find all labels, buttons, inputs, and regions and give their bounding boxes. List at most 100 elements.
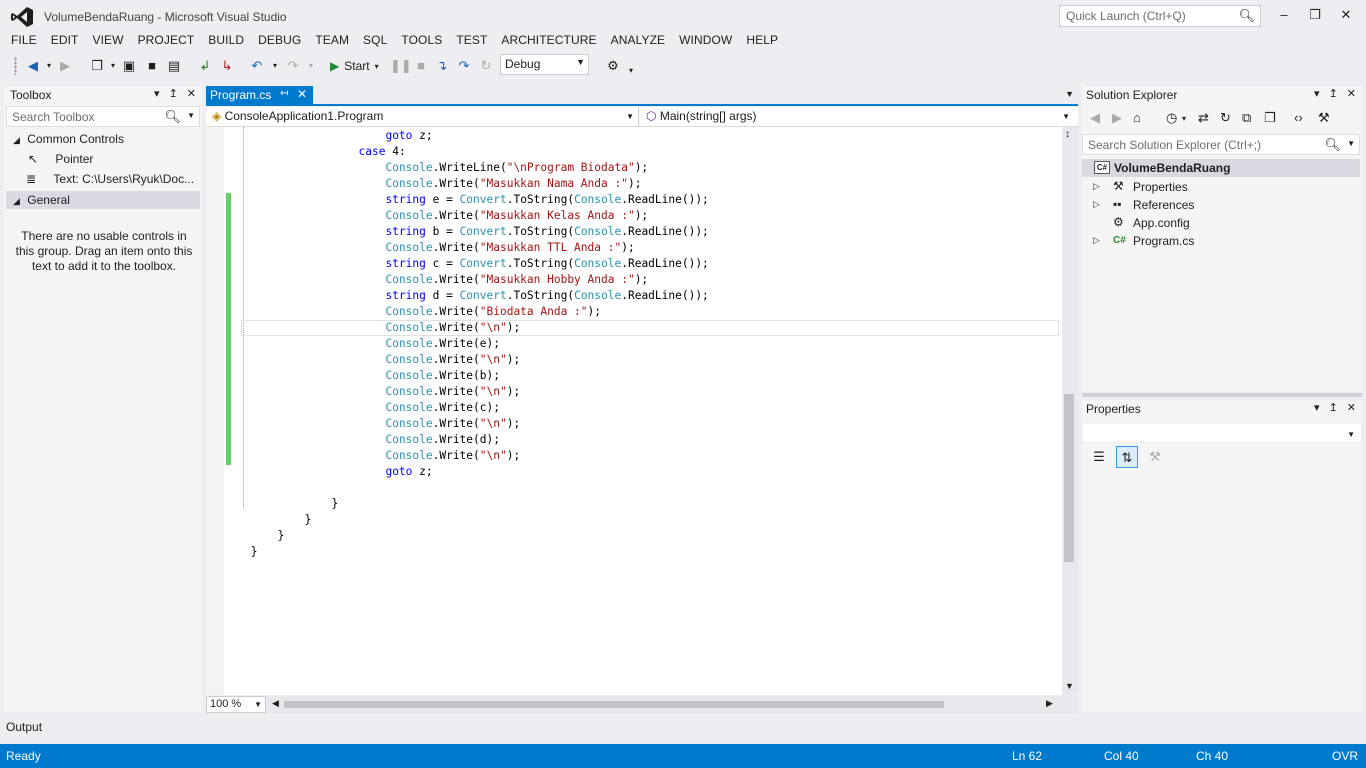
step-into-icon[interactable]: ↴	[433, 57, 451, 75]
quick-launch-input[interactable]: Quick Launch (Ctrl+Q) 🔍︎	[1059, 5, 1261, 27]
stop-icon[interactable]: ■	[412, 57, 430, 75]
close-icon[interactable]: ✕	[187, 87, 196, 100]
menu-tools[interactable]: TOOLS	[394, 32, 449, 52]
search-icon[interactable]: 🔍︎	[1238, 8, 1255, 24]
toolbar-options-icon[interactable]: ▾	[622, 62, 640, 80]
scroll-right-icon[interactable]: ▶	[1046, 698, 1053, 709]
home-icon[interactable]: ⌂	[1133, 110, 1141, 125]
menu-test[interactable]: TEST	[449, 32, 494, 52]
expand-arrow-icon[interactable]: ▷	[1093, 199, 1100, 210]
toolbar-grip[interactable]	[14, 57, 17, 75]
step-over-icon[interactable]: ↷	[455, 57, 473, 75]
redo-dropdown-icon[interactable]: ▾	[302, 57, 320, 75]
search-options-icon[interactable]: ▼	[1347, 139, 1355, 148]
scroll-down-icon[interactable]: ▼	[1065, 681, 1074, 691]
zoom-select[interactable]: 100 % ▼	[206, 696, 266, 713]
tree-item-properties[interactable]: ▷ ⚒ Properties	[1082, 178, 1188, 196]
close-icon[interactable]: ✕	[1347, 401, 1356, 414]
collapse-triangle-icon: ◢	[13, 135, 20, 145]
refresh-icon[interactable]: ↻	[1220, 110, 1231, 126]
menu-file[interactable]: FILE	[4, 32, 44, 52]
split-handle-icon[interactable]: ↕	[1065, 129, 1070, 140]
uncomment-icon[interactable]: ↳	[218, 57, 236, 75]
menu-debug[interactable]: DEBUG	[251, 32, 308, 52]
pin-icon[interactable]: ↤	[280, 88, 288, 99]
window-position-dropdown-icon[interactable]: ▾	[1314, 87, 1320, 100]
tab-program-cs[interactable]: Program.cs ↤ ✕	[206, 86, 313, 105]
toolbox-item-text[interactable]: ≣ Text: C:\Users\Ryuk\Doc...	[26, 172, 194, 186]
scroll-left-icon[interactable]: ◀	[272, 698, 279, 709]
tab-overflow-icon[interactable]: ▼	[1065, 89, 1074, 99]
comment-icon[interactable]: ↲	[196, 57, 214, 75]
view-code-icon[interactable]: ‹›	[1294, 110, 1303, 125]
close-window-button[interactable]: ✕	[1333, 4, 1359, 26]
tree-item-app-config[interactable]: ⚙ App.config	[1082, 214, 1190, 232]
show-all-files-icon[interactable]: ❐	[1264, 110, 1276, 126]
code-text[interactable]: goto z; case 4: Console.WriteLine("\nPro…	[244, 128, 709, 560]
toolbox-group-common-controls[interactable]: ◢ Common Controls	[13, 132, 124, 146]
toolbox-search-input[interactable]: Search Toolbox 🔍︎ ▼	[6, 106, 200, 127]
output-tab[interactable]: Output	[6, 720, 42, 734]
menu-window[interactable]: WINDOW	[672, 32, 739, 52]
indicator-margin[interactable]	[206, 127, 224, 695]
toolbox-group-general[interactable]: ◢ General	[6, 191, 200, 209]
undo-icon[interactable]: ↶	[248, 57, 266, 75]
class-dropdown[interactable]: ◈ ConsoleApplication1.Program ▼	[206, 107, 639, 127]
save-icon[interactable]: ■	[143, 57, 161, 75]
solution-explorer-search-input[interactable]: Search Solution Explorer (Ctrl+;) 🔍︎ ▼	[1082, 134, 1360, 155]
property-pages-icon[interactable]: ⚒	[1144, 446, 1166, 468]
categorized-icon[interactable]: ☰	[1088, 446, 1110, 468]
menu-view[interactable]: VIEW	[85, 32, 130, 52]
pin-icon[interactable]: ↥	[1329, 401, 1338, 414]
menu-team[interactable]: TEAM	[308, 32, 356, 52]
pin-icon[interactable]: ↥	[169, 87, 178, 100]
insert-mode[interactable]: OVR	[1332, 749, 1358, 763]
pin-icon[interactable]: ↥	[1329, 87, 1338, 100]
tree-item-project[interactable]: C# VolumeBendaRuang	[1082, 159, 1360, 177]
pending-changes-filter-icon[interactable]: ◷	[1166, 110, 1177, 126]
navigate-forward-icon[interactable]: ▶	[56, 57, 74, 75]
scroll-thumb[interactable]	[1064, 394, 1074, 562]
back-icon[interactable]: ◀	[1090, 110, 1100, 126]
menu-help[interactable]: HELP	[739, 32, 785, 52]
menu-analyze[interactable]: ANALYZE	[604, 32, 673, 52]
alphabetical-icon[interactable]: ⇅	[1116, 446, 1138, 468]
search-options-icon[interactable]: ▼	[187, 111, 195, 120]
toolbox-item-pointer[interactable]: ↖ Pointer	[28, 152, 93, 166]
editor-vertical-scrollbar[interactable]: ↕ ▼	[1062, 127, 1078, 695]
redo-icon[interactable]: ↷	[284, 57, 302, 75]
save-all-icon[interactable]: ▤	[165, 57, 183, 75]
close-tab-icon[interactable]: ✕	[297, 87, 307, 101]
start-debugging-button[interactable]: ▶ Start ▾	[330, 57, 379, 75]
menu-project[interactable]: PROJECT	[131, 32, 202, 52]
expand-arrow-icon[interactable]: ▷	[1093, 181, 1100, 192]
close-icon[interactable]: ✕	[1347, 87, 1356, 100]
sync-with-document-icon[interactable]: ⇄	[1198, 110, 1209, 126]
forward-icon[interactable]: ▶	[1112, 110, 1122, 126]
window-position-dropdown-icon[interactable]: ▾	[154, 87, 160, 100]
tree-item-references[interactable]: ▷ ▪▪ References	[1082, 196, 1194, 214]
properties-wrench-icon[interactable]: ⚒	[1318, 110, 1330, 126]
solution-configuration-select[interactable]: Debug ▼	[500, 54, 589, 75]
panel-splitter[interactable]	[1082, 393, 1362, 397]
object-selector-dropdown[interactable]: ▼	[1082, 423, 1362, 443]
menu-edit[interactable]: EDIT	[44, 32, 86, 52]
menu-sql[interactable]: SQL	[356, 32, 394, 52]
find-in-files-icon[interactable]: ⚙	[604, 57, 622, 75]
member-dropdown[interactable]: ⬡ Main(string[] args) ▼	[642, 107, 1074, 127]
menu-architecture[interactable]: ARCHITECTURE	[494, 32, 603, 52]
open-file-icon[interactable]: ▣	[120, 57, 138, 75]
collapse-all-icon[interactable]: ⧉	[1242, 110, 1251, 126]
restore-button[interactable]: ❐	[1302, 4, 1328, 26]
window-position-dropdown-icon[interactable]: ▾	[1314, 401, 1320, 414]
undo-dropdown-icon[interactable]: ▾	[266, 57, 284, 75]
step-out-icon[interactable]: ↻	[477, 57, 495, 75]
filter-dropdown-icon[interactable]: ▾	[1182, 114, 1186, 123]
tree-item-program-cs[interactable]: ▷ C# Program.cs	[1082, 232, 1194, 250]
horizontal-scroll-thumb[interactable]	[284, 701, 944, 708]
minimize-button[interactable]: –	[1271, 4, 1297, 26]
pause-icon[interactable]: ❚❚	[390, 57, 412, 75]
code-editor[interactable]: goto z; case 4: Console.WriteLine("\nPro…	[206, 127, 1062, 695]
expand-arrow-icon[interactable]: ▷	[1093, 235, 1100, 246]
menu-build[interactable]: BUILD	[201, 32, 251, 52]
